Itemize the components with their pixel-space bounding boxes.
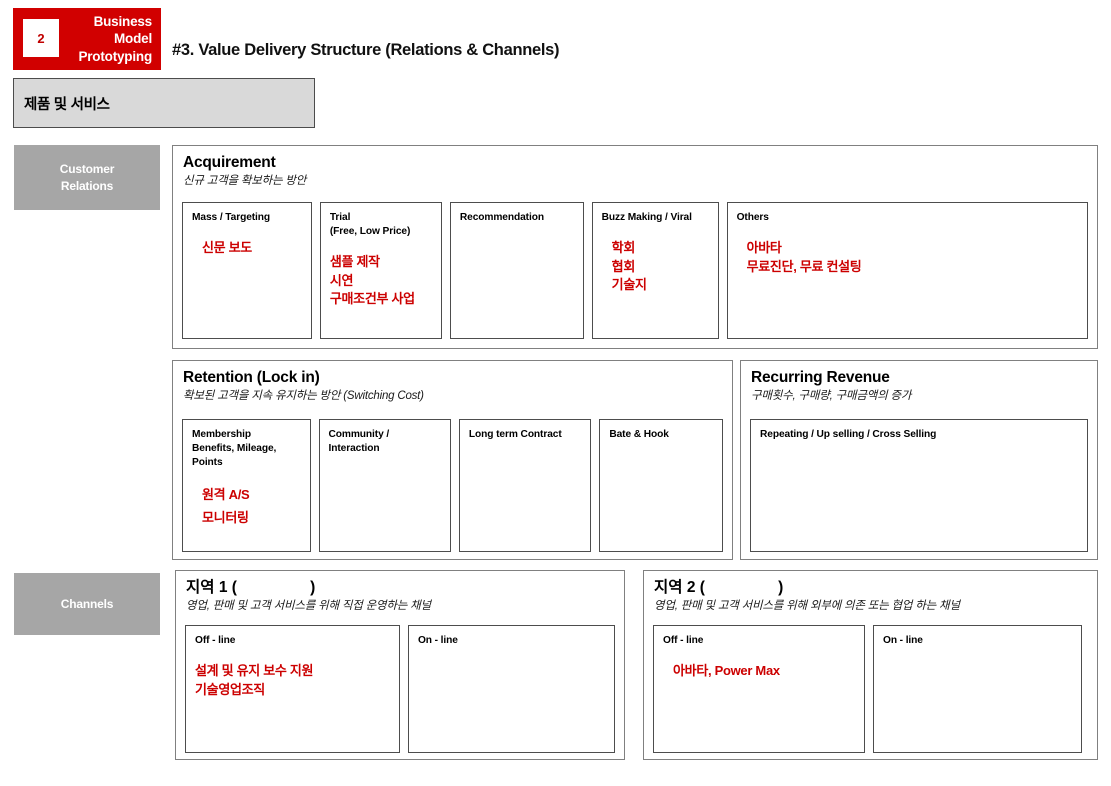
channel-region-2-card[interactable]: On - line bbox=[873, 625, 1082, 753]
rail-label-channels: Channels bbox=[14, 573, 160, 635]
retention-card-title: Long term Contract bbox=[468, 429, 562, 440]
panel-channel-region-1-head: 지역 1 ( ) 영업, 판매 및 고객 서비스를 위해 직접 운영하는 채널 bbox=[176, 571, 624, 614]
panel-recurring-revenue-title: Recurring Revenue bbox=[751, 369, 890, 386]
acquirement-card-title: Buzz Making / Viral bbox=[601, 212, 692, 223]
acquirement-card-row: Mass / Targeting 신문 보도 Trial (Free, Low Pr… bbox=[182, 202, 1088, 339]
panel-retention-head: Retention (Lock in) 확보된 고객을 지속 유지하는 방안 (… bbox=[173, 361, 732, 404]
brand-badge-lines: Business Model Prototyping bbox=[78, 13, 161, 65]
page-title: #3. Value Delivery Structure (Relations … bbox=[172, 41, 560, 59]
retention-card-title: Bate & Hook bbox=[609, 429, 669, 440]
recurring-revenue-card-title: Repeating / Up selling / Cross Selling bbox=[760, 429, 937, 440]
retention-card-title: Community / Interaction bbox=[328, 429, 390, 455]
panel-channel-region-1-subtitle: 영업, 판매 및 고객 서비스를 위해 직접 운영하는 채널 bbox=[186, 599, 431, 612]
retention-card[interactable]: Community / Interaction bbox=[318, 419, 451, 552]
panel-channel-region-2-subtitle: 영업, 판매 및 고객 서비스를 위해 외부에 의존 또는 협업 하는 채널 bbox=[654, 599, 960, 612]
acquirement-card-title: Mass / Targeting bbox=[192, 212, 271, 223]
recurring-revenue-card-row: Repeating / Up selling / Cross Selling bbox=[750, 419, 1088, 552]
brand-line-3: Prototyping bbox=[78, 48, 152, 64]
retention-card[interactable]: Bate & Hook bbox=[599, 419, 723, 552]
brand-line-1: Business bbox=[93, 13, 153, 29]
brand-badge-number: 2 bbox=[23, 19, 59, 57]
acquirement-card[interactable]: Trial (Free, Low Price) 샘플 제작 시연 구매조건부 사업 bbox=[319, 202, 442, 339]
panel-recurring-revenue-head: Recurring Revenue 구매횟수, 구매량, 구매금액의 증가 bbox=[741, 361, 1097, 404]
channel-region-1-card[interactable]: Off - line 설계 및 유지 보수 지원 기술영업조직 bbox=[185, 625, 400, 753]
acquirement-card[interactable]: Buzz Making / Viral 학회 협회 기술지 bbox=[591, 202, 719, 339]
brand-badge: 2 Business Model Prototyping bbox=[13, 8, 161, 70]
panel-channel-region-2-title: 지역 2 ( ) bbox=[654, 579, 784, 596]
panel-retention-subtitle: 확보된 고객을 지속 유지하는 방안 (Switching Cost) bbox=[183, 389, 424, 402]
retention-card[interactable]: Membership Benefits, Mileage, Points 원격 A… bbox=[182, 419, 311, 552]
panel-acquirement: Acquirement 신규 고객을 확보하는 방안 Mass / Target… bbox=[172, 145, 1098, 349]
channel-region-2-card-title: On - line bbox=[883, 635, 923, 646]
acquirement-card-notes[interactable]: 샘플 제작 시연 구매조건부 사업 bbox=[330, 253, 433, 308]
panel-recurring-revenue: Recurring Revenue 구매횟수, 구매량, 구매금액의 증가 Re… bbox=[740, 360, 1098, 560]
acquirement-card[interactable]: Recommendation bbox=[449, 202, 584, 339]
slide-canvas: 2 Business Model Prototyping #3. Value D… bbox=[0, 0, 1111, 786]
panel-channel-region-1: 지역 1 ( ) 영업, 판매 및 고객 서비스를 위해 직접 운영하는 채널 … bbox=[175, 570, 625, 760]
channel-region-2-card[interactable]: Off - line 아바타, Power Max bbox=[653, 625, 865, 753]
acquirement-card-notes[interactable]: 학회 협회 기술지 bbox=[612, 239, 710, 294]
acquirement-card[interactable]: Mass / Targeting 신문 보도 bbox=[182, 202, 312, 339]
panel-recurring-revenue-subtitle: 구매횟수, 구매량, 구매금액의 증가 bbox=[751, 389, 912, 402]
product-and-service-bar[interactable]: 제품 및 서비스 bbox=[13, 78, 315, 128]
channel-region-1-card-title: On - line bbox=[417, 635, 458, 646]
channel-region-2-card-row: Off - line 아바타, Power Max On - line bbox=[653, 625, 1088, 753]
acquirement-card-title: Trial (Free, Low Price) bbox=[329, 212, 411, 238]
panel-channel-region-2: 지역 2 ( ) 영업, 판매 및 고객 서비스를 위해 외부에 의존 또는 협… bbox=[643, 570, 1098, 760]
recurring-revenue-card[interactable]: Repeating / Up selling / Cross Selling bbox=[750, 419, 1088, 552]
channel-region-1-card-row: Off - line 설계 및 유지 보수 지원 기술영업조직 On - line bbox=[185, 625, 615, 753]
acquirement-card-notes[interactable]: 신문 보도 bbox=[202, 239, 303, 257]
panel-channel-region-2-head: 지역 2 ( ) 영업, 판매 및 고객 서비스를 위해 외부에 의존 또는 협… bbox=[644, 571, 1097, 614]
retention-card-title: Membership Benefits, Mileage, Points bbox=[192, 429, 277, 469]
panel-retention: Retention (Lock in) 확보된 고객을 지속 유지하는 방안 (… bbox=[172, 360, 733, 560]
acquirement-card-title: Others bbox=[736, 212, 769, 223]
acquirement-card-notes[interactable]: 아바타 무료진단, 무료 컨설팅 bbox=[747, 239, 1079, 276]
channel-region-2-card-title: Off - line bbox=[663, 635, 704, 646]
rail-label-customer-relations: Customer Relations bbox=[14, 145, 160, 210]
channel-region-1-card[interactable]: On - line bbox=[407, 625, 615, 753]
panel-acquirement-subtitle: 신규 고객을 확보하는 방안 bbox=[183, 174, 307, 187]
channel-region-2-card-notes[interactable]: 아바타, Power Max bbox=[673, 662, 856, 680]
retention-card-notes[interactable]: 원격 A/S 모니터링 bbox=[202, 484, 302, 530]
panel-acquirement-head: Acquirement 신규 고객을 확보하는 방안 bbox=[173, 146, 1097, 189]
acquirement-card[interactable]: Others 아바타 무료진단, 무료 컨설팅 bbox=[726, 202, 1088, 339]
retention-card-row: Membership Benefits, Mileage, Points 원격 A… bbox=[182, 419, 723, 552]
channel-region-1-card-title: Off - line bbox=[195, 635, 236, 646]
panel-acquirement-title: Acquirement bbox=[183, 154, 276, 171]
product-and-service-label: 제품 및 서비스 bbox=[24, 96, 110, 113]
acquirement-card-title: Recommendation bbox=[459, 212, 544, 223]
retention-card[interactable]: Long term Contract bbox=[458, 419, 592, 552]
channel-region-1-card-notes[interactable]: 설계 및 유지 보수 지원 기술영업조직 bbox=[195, 662, 391, 699]
panel-retention-title: Retention (Lock in) bbox=[183, 369, 320, 386]
brand-line-2: Model bbox=[114, 31, 152, 47]
panel-channel-region-1-title: 지역 1 ( ) bbox=[186, 579, 316, 596]
